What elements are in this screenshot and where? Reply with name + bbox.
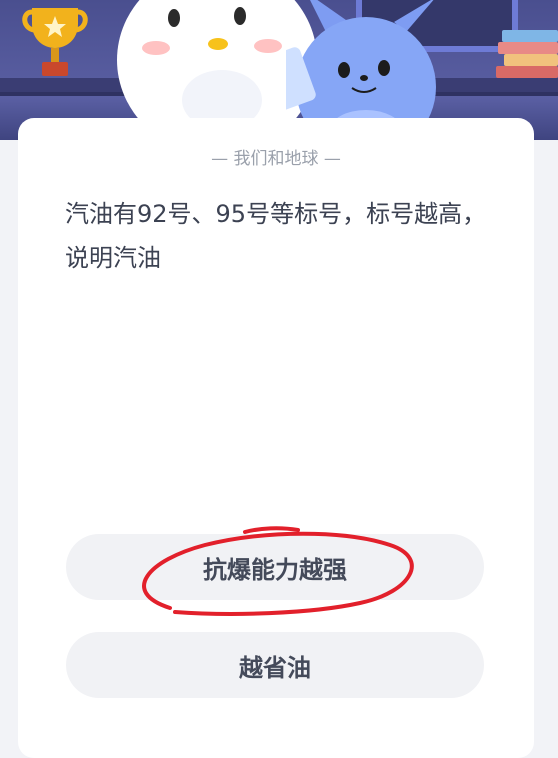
answer-option-2[interactable]: 越省油	[66, 632, 484, 698]
books-icon	[496, 30, 558, 78]
category-title: — 我们和地球 —	[211, 149, 341, 169]
question-text: 汽油有92号、95号等标号，标号越高，说明汽油	[65, 200, 487, 272]
trophy-icon	[22, 8, 88, 76]
answer-option-1[interactable]: 抗爆能力越强	[66, 534, 484, 600]
quiz-card: — 我们和地球 — 汽油有92号、95号等标号，标号越高，说明汽油 抗爆能力越强…	[18, 118, 534, 758]
